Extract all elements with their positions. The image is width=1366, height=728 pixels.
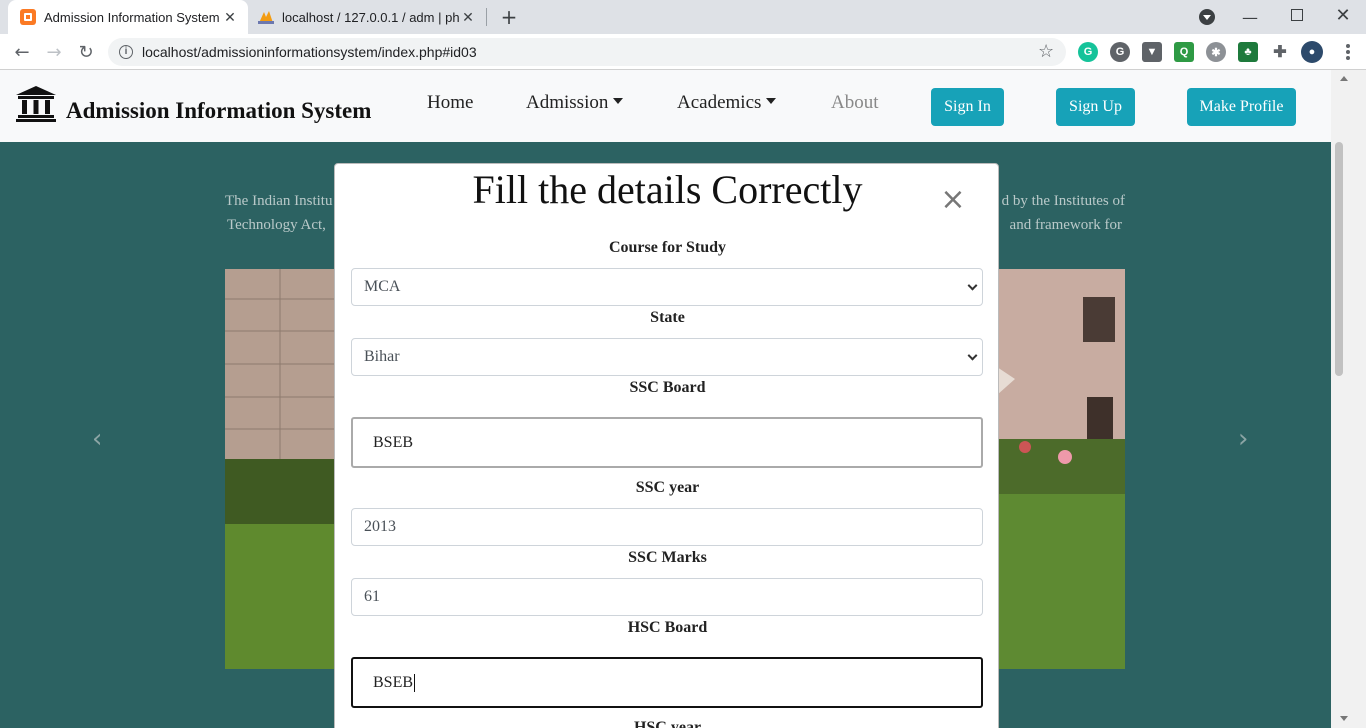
state-label: State [650, 309, 685, 326]
details-modal: Fill the details Correctly × Course for … [334, 163, 999, 728]
reload-icon[interactable]: ↻ [74, 40, 98, 64]
nav-home[interactable]: Home [427, 92, 473, 114]
ssc-board-input[interactable]: BSEB [351, 417, 983, 468]
back-icon[interactable]: ← [10, 40, 34, 64]
xampp-icon [20, 9, 36, 25]
tab-title: Admission Information System [44, 9, 220, 25]
nav-admission-dropdown[interactable]: Admission [526, 92, 624, 114]
phpmyadmin-icon [258, 9, 274, 25]
ssc-year-input[interactable]: 2013 [351, 508, 983, 546]
nav-academics-dropdown[interactable]: Academics [677, 92, 777, 114]
sign-up-button[interactable]: Sign Up [1056, 88, 1135, 126]
state-value: Bihar [364, 348, 400, 365]
chevron-down-icon [967, 350, 978, 361]
hero-text-left-line1: The Indian Institu [225, 193, 333, 209]
bookmark-star-icon[interactable]: ☆ [1038, 41, 1054, 62]
tab-close-icon[interactable]: ✕ [222, 9, 238, 25]
ssc-marks-label: SSC Marks [628, 549, 707, 566]
minimize-icon[interactable]: — [1238, 5, 1262, 29]
new-tab-icon[interactable]: + [497, 5, 521, 29]
tab-close-icon[interactable]: ✕ [460, 9, 476, 25]
ssc-board-value: BSEB [373, 433, 414, 451]
extension-g-icon[interactable]: G [1110, 42, 1130, 62]
address-bar[interactable]: i localhost/admissioninformationsystem/i… [108, 38, 1066, 66]
extensions-puzzle-icon[interactable]: ✚ [1270, 42, 1290, 62]
hero-text-left-line2: Technology Act, [227, 217, 326, 233]
grammarly-icon[interactable]: G [1078, 42, 1098, 62]
university-logo-icon [16, 86, 56, 122]
hsc-board-value: BSEB [373, 673, 414, 691]
tree-extension-icon[interactable]: ♣ [1238, 42, 1258, 62]
nav-academics-label: Academics [677, 92, 762, 113]
course-value: MCA [364, 278, 401, 295]
tab-phpmyadmin[interactable]: localhost / 127.0.0.1 / adm | phpM ✕ [250, 0, 486, 34]
tab-title: localhost / 127.0.0.1 / adm | phpM [282, 9, 460, 25]
scroll-up-icon[interactable] [1340, 76, 1348, 81]
browser-menu-icon[interactable] [1346, 42, 1350, 62]
hsc-board-input[interactable]: BSEB [351, 657, 983, 708]
caret-down-icon [613, 98, 624, 104]
nav-about[interactable]: About [831, 92, 879, 114]
modal-close-icon[interactable]: × [939, 182, 967, 218]
extension-q-icon[interactable]: Q [1174, 42, 1194, 62]
course-select[interactable]: MCA [351, 268, 983, 306]
site-brand[interactable]: Admission Information System [66, 98, 371, 124]
scroll-down-icon[interactable] [1340, 716, 1348, 721]
make-profile-button[interactable]: Make Profile [1187, 88, 1296, 126]
scrollbar-thumb[interactable] [1335, 142, 1343, 376]
caret-down-icon [766, 98, 777, 104]
site-info-icon[interactable]: i [119, 45, 133, 59]
hero-text-right-line2: and framework for [1009, 217, 1122, 233]
ssc-marks-value: 61 [364, 588, 380, 605]
tab-divider [486, 8, 487, 26]
window-close-icon[interactable]: ✕ [1331, 3, 1355, 27]
ssc-marks-input[interactable]: 61 [351, 578, 983, 616]
chevron-down-icon [967, 280, 978, 291]
hero-text-right-line1: d by the Institutes of [1001, 193, 1125, 209]
forward-icon[interactable]: → [42, 40, 66, 64]
browser-tab-bar: Admission Information System ✕ localhost… [0, 0, 1366, 34]
carousel-next-icon[interactable]: › [1238, 424, 1248, 454]
shield-icon[interactable]: ▼ [1142, 42, 1162, 62]
url-text[interactable]: localhost/admissioninformationsystem/ind… [142, 44, 477, 60]
hsc-year-label: HSC year [633, 719, 702, 728]
modal-title: Fill the details Correctly [472, 167, 863, 212]
tab-search-icon[interactable] [1199, 9, 1215, 25]
text-cursor [414, 673, 416, 692]
restore-icon[interactable] [1291, 9, 1303, 21]
bug-icon[interactable]: ✱ [1206, 42, 1226, 62]
course-label: Course for Study [608, 239, 727, 256]
ssc-board-label: SSC Board [629, 379, 706, 396]
ssc-year-value: 2013 [364, 518, 396, 535]
carousel-prev-icon[interactable]: ‹ [92, 424, 102, 454]
ssc-year-label: SSC year [635, 479, 700, 496]
tab-admission-information-system[interactable]: Admission Information System ✕ [8, 0, 248, 34]
nav-admission-label: Admission [526, 92, 609, 113]
profile-avatar[interactable]: ● [1301, 41, 1323, 63]
sign-in-button[interactable]: Sign In [931, 88, 1004, 126]
hsc-board-label: HSC Board [627, 619, 708, 636]
state-select[interactable]: Bihar [351, 338, 983, 376]
